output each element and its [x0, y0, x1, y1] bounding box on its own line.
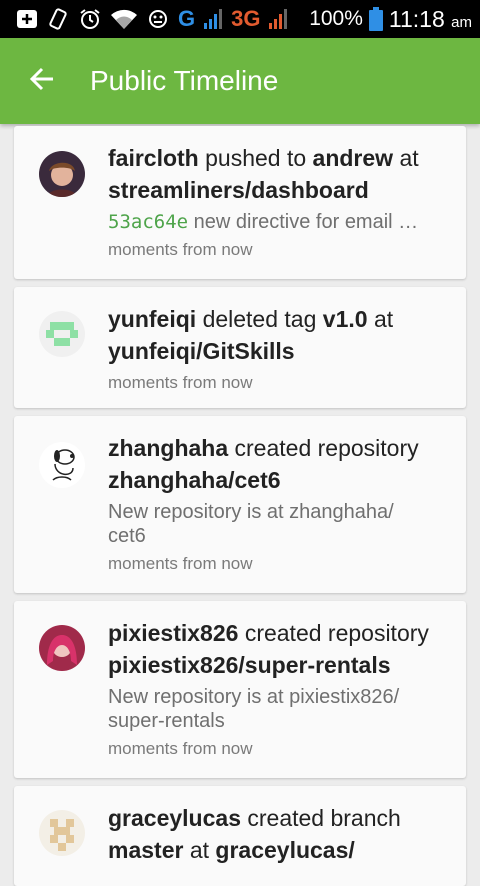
commit-sha[interactable]: 53ac64e: [108, 211, 188, 233]
event-action: created repository: [244, 620, 429, 646]
repo-name[interactable]: zhanghaha/cet6: [108, 467, 281, 493]
add-notification-icon: [16, 7, 38, 31]
actor-username[interactable]: yunfeiqi: [108, 306, 196, 332]
status-bar: G 3G 100% 11:18 am: [0, 0, 480, 38]
event-connector: at: [373, 306, 394, 332]
page-title: Public Timeline: [90, 65, 279, 96]
timeline-item[interactable]: faircloth pushed to andrew at streamline…: [14, 126, 466, 279]
signal-strength-icon-2: [268, 7, 288, 31]
event-headline: yunfeiqi deleted tag v1.0 at yunfeiqi/Gi…: [108, 303, 446, 367]
signal-strength-icon: [203, 7, 223, 31]
alarm-clock-icon: [78, 7, 102, 31]
avatar[interactable]: [39, 151, 85, 197]
event-action: created branch: [247, 805, 401, 831]
clock: 11:18 am: [388, 5, 472, 32]
event-action: deleted tag: [202, 306, 317, 332]
actor-username[interactable]: pixiestix826: [108, 620, 238, 646]
repo-name[interactable]: pixiestix826/super-rentals: [108, 652, 391, 678]
timeline-item[interactable]: graceylucas created branch master at gra…: [14, 786, 466, 886]
event-action: created repository: [234, 435, 419, 461]
app-bar: Public Timeline: [0, 38, 480, 124]
timeline-item[interactable]: yunfeiqi deleted tag v1.0 at yunfeiqi/Gi…: [14, 287, 466, 408]
event-headline: graceylucas created branch master at gra…: [108, 802, 446, 866]
avatar[interactable]: [39, 442, 85, 488]
event-target[interactable]: master: [108, 837, 183, 863]
actor-username[interactable]: faircloth: [108, 145, 199, 171]
avatar[interactable]: [39, 311, 85, 357]
usb-debug-icon: [146, 7, 170, 31]
timestamp: moments from now: [108, 554, 253, 573]
signal-g-label: G: [178, 6, 196, 31]
actor-username[interactable]: graceylucas: [108, 805, 241, 831]
commit-message: new directive for email …: [193, 211, 419, 233]
event-action: pushed to: [205, 145, 307, 171]
event-target[interactable]: andrew: [313, 145, 394, 171]
battery-icon: [368, 7, 383, 31]
repo-name[interactable]: yunfeiqi/GitSkills: [108, 338, 295, 364]
actor-username[interactable]: zhanghaha: [108, 435, 228, 461]
avatar[interactable]: [39, 810, 85, 856]
event-description: New repository is at zhanghaha/ cet6: [108, 501, 394, 547]
commit-summary: 53ac64e new directive for email …: [108, 210, 446, 234]
timestamp: moments from now: [108, 240, 253, 259]
repo-name[interactable]: streamliners/dashboard: [108, 177, 369, 203]
battery-percent: 100%: [309, 7, 363, 30]
timestamp: moments from now: [108, 739, 253, 758]
event-connector: at: [189, 837, 210, 863]
repo-name[interactable]: graceylucas/: [215, 837, 354, 863]
event-connector: at: [399, 145, 419, 171]
vibrate-icon: [46, 7, 70, 31]
signal-3g-label: 3G: [231, 6, 261, 31]
avatar[interactable]: [39, 625, 85, 671]
timestamp: moments from now: [108, 373, 253, 392]
back-button[interactable]: [0, 38, 84, 124]
event-target[interactable]: v1.0: [323, 306, 368, 332]
timeline-item[interactable]: pixiestix826 created repository pixiesti…: [14, 601, 466, 778]
wifi-icon: [110, 7, 138, 31]
event-headline: faircloth pushed to andrew at streamline…: [108, 142, 446, 206]
timeline-item[interactable]: zhanghaha created repository zhanghaha/c…: [14, 416, 466, 593]
event-headline: zhanghaha created repository zhanghaha/c…: [108, 432, 446, 496]
arrow-back-icon: [29, 66, 55, 97]
event-description: New repository is at pixiestix826/ super…: [108, 686, 400, 732]
event-headline: pixiestix826 created repository pixiesti…: [108, 617, 446, 681]
